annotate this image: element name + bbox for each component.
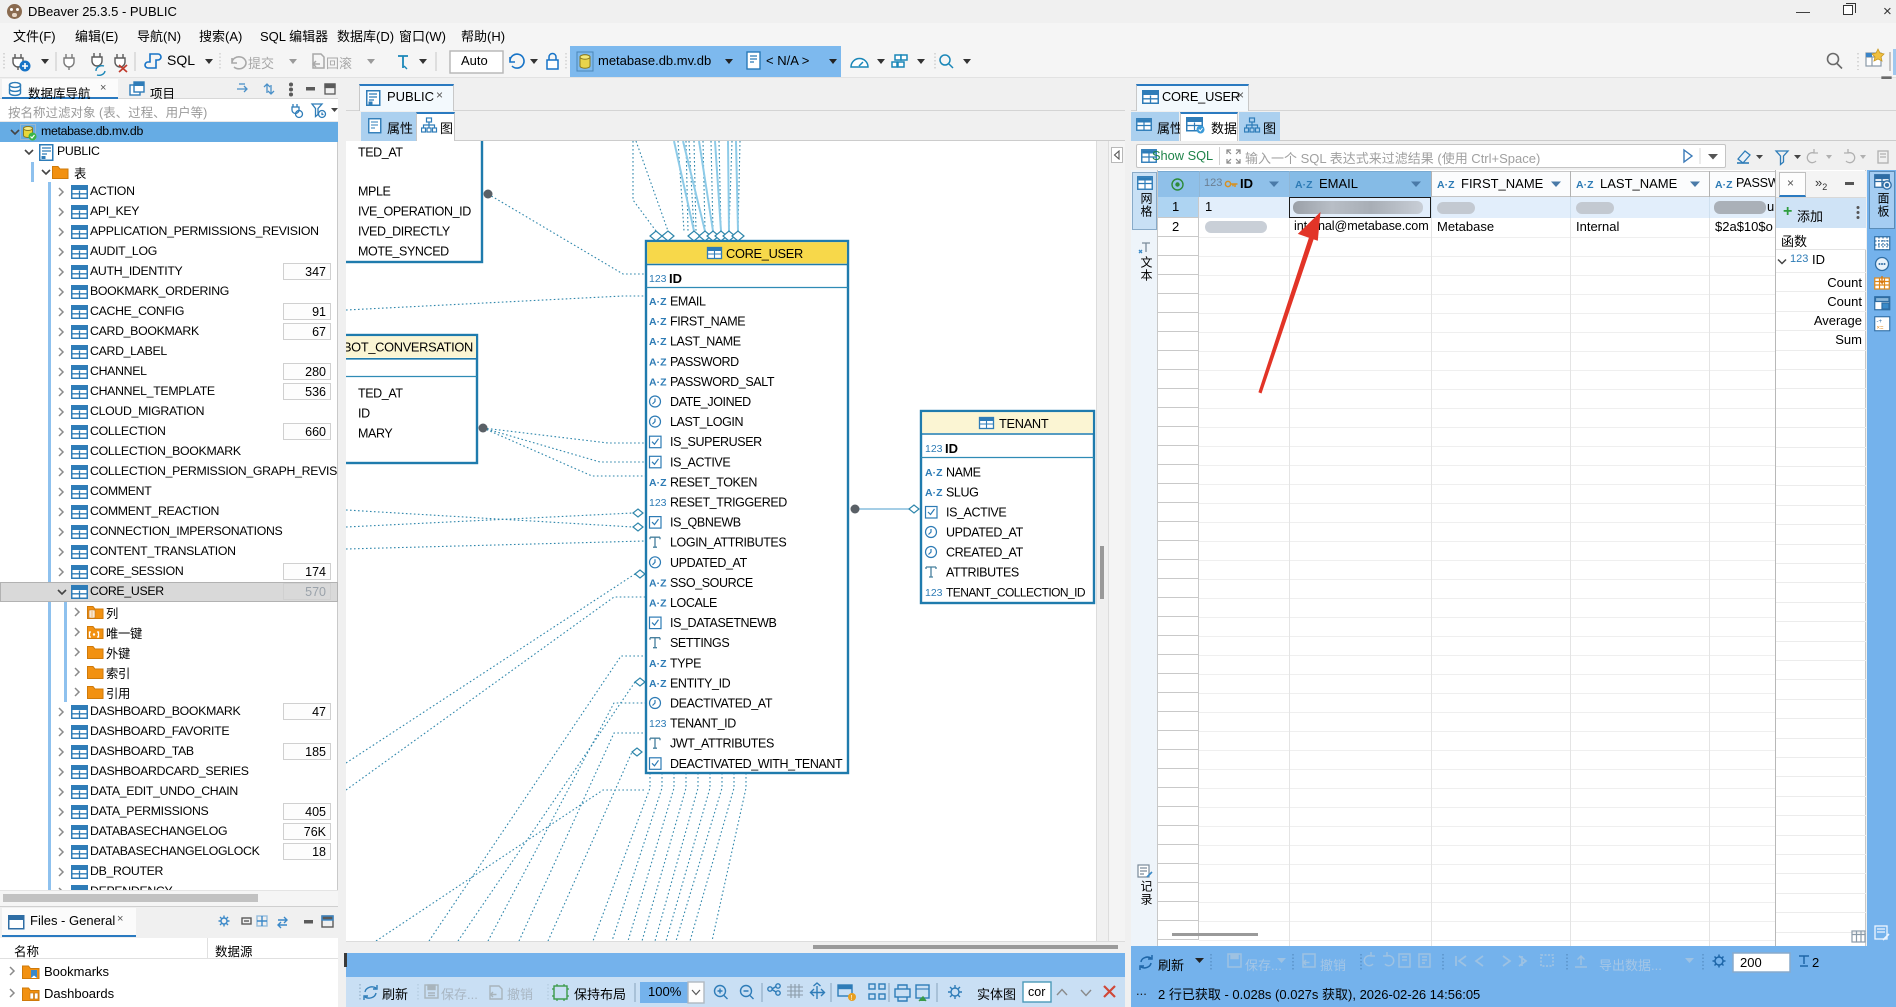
svg-text:A·Z: A·Z [649,296,667,308]
svg-text:NAME: NAME [946,466,981,480]
svg-text:MOTE_SYNCED: MOTE_SYNCED [358,245,449,259]
svg-text:PASSWORD_SALT: PASSWORD_SALT [670,375,775,389]
svg-text:A·Z: A·Z [925,487,943,499]
svg-text:ID: ID [669,271,682,286]
svg-text:LOCALE: LOCALE [670,596,717,610]
svg-text:LAST_LOGIN: LAST_LOGIN [670,415,743,429]
svg-text:123: 123 [649,273,667,285]
svg-text:ATTRIBUTES: ATTRIBUTES [946,566,1019,580]
svg-text:-+: -+ [1877,319,1883,325]
svg-text:123: 123 [649,718,667,730]
svg-text:A·Z: A·Z [1437,179,1455,191]
svg-text:TYPE: TYPE [670,656,701,670]
svg-text:TENANT: TENANT [999,416,1049,431]
svg-text:A·Z: A·Z [649,336,667,348]
svg-text:TED_AT: TED_AT [358,387,403,401]
svg-text:ID: ID [358,407,370,421]
svg-text:FIRST_NAME: FIRST_NAME [670,315,745,329]
svg-text:A·Z: A·Z [925,467,943,479]
svg-text:UPDATED_AT: UPDATED_AT [946,526,1024,540]
svg-text:PASSWORD: PASSWORD [670,355,739,369]
svg-text:SSO_SOURCE: SSO_SOURCE [670,576,753,590]
svg-text:SETTINGS: SETTINGS [670,636,729,650]
svg-text:IS_ACTIVE: IS_ACTIVE [670,455,730,469]
svg-text:SLUG: SLUG [946,486,978,500]
svg-text:LAST_NAME: LAST_NAME [670,335,741,349]
svg-text:TENANT_ID: TENANT_ID [670,717,736,731]
svg-text:ENTITY_ID: ENTITY_ID [670,676,731,690]
svg-text:DEACTIVATED_AT: DEACTIVATED_AT [670,697,773,711]
svg-text:LOGIN_ATTRIBUTES: LOGIN_ATTRIBUTES [670,536,786,550]
svg-text:DATE_JOINED: DATE_JOINED [670,395,751,409]
svg-text:DEACTIVATED_WITH_TENANT: DEACTIVATED_WITH_TENANT [670,757,843,771]
svg-text:IS_ACTIVE: IS_ACTIVE [946,506,1006,520]
svg-text:EMAIL: EMAIL [670,295,706,309]
svg-text:CORE_USER: CORE_USER [726,246,803,261]
svg-text:123: 123 [649,497,667,509]
svg-text:123: 123 [925,443,943,455]
svg-text:×=: ×= [1877,326,1885,332]
svg-text:A·Z: A·Z [649,658,667,670]
svg-text:JWT_ATTRIBUTES: JWT_ATTRIBUTES [670,737,774,751]
svg-text:A·Z: A·Z [1576,179,1594,191]
svg-text:IS_QBNEWB: IS_QBNEWB [670,516,741,530]
svg-text:BOT_CONVERSATION: BOT_CONVERSATION [346,340,473,355]
svg-text:123: 123 [925,587,943,599]
svg-text:A·Z: A·Z [649,477,667,489]
svg-text:ID: ID [945,441,958,456]
svg-text:RESET_TRIGGERED: RESET_TRIGGERED [670,496,787,510]
svg-text:RESET_TOKEN: RESET_TOKEN [670,475,757,489]
svg-text:A·Z: A·Z [649,678,667,690]
svg-text:TED_AT: TED_AT [358,146,403,160]
svg-text:A·Z: A·Z [649,316,667,328]
svg-text:UPDATED_AT: UPDATED_AT [670,556,748,570]
svg-text:!: ! [850,995,852,1002]
svg-text:IS_DATASETNEWB: IS_DATASETNEWB [670,616,777,630]
svg-text:TENANT_COLLECTION_ID: TENANT_COLLECTION_ID [946,586,1086,600]
svg-text:A·Z: A·Z [1715,179,1733,191]
svg-text:A·Z: A·Z [649,356,667,368]
svg-text:A·Z: A·Z [1295,179,1313,191]
svg-text:MARY: MARY [358,427,393,441]
svg-text:A·Z: A·Z [649,598,667,610]
svg-text:A·Z: A·Z [649,577,667,589]
svg-text:IS_SUPERUSER: IS_SUPERUSER [670,435,762,449]
svg-text:MPLE: MPLE [358,185,391,199]
svg-text:CREATED_AT: CREATED_AT [946,546,1024,560]
svg-text:A·Z: A·Z [649,376,667,388]
svg-text:IVED_DIRECTLY: IVED_DIRECTLY [358,225,451,239]
svg-text:IVE_OPERATION_ID: IVE_OPERATION_ID [358,205,471,219]
